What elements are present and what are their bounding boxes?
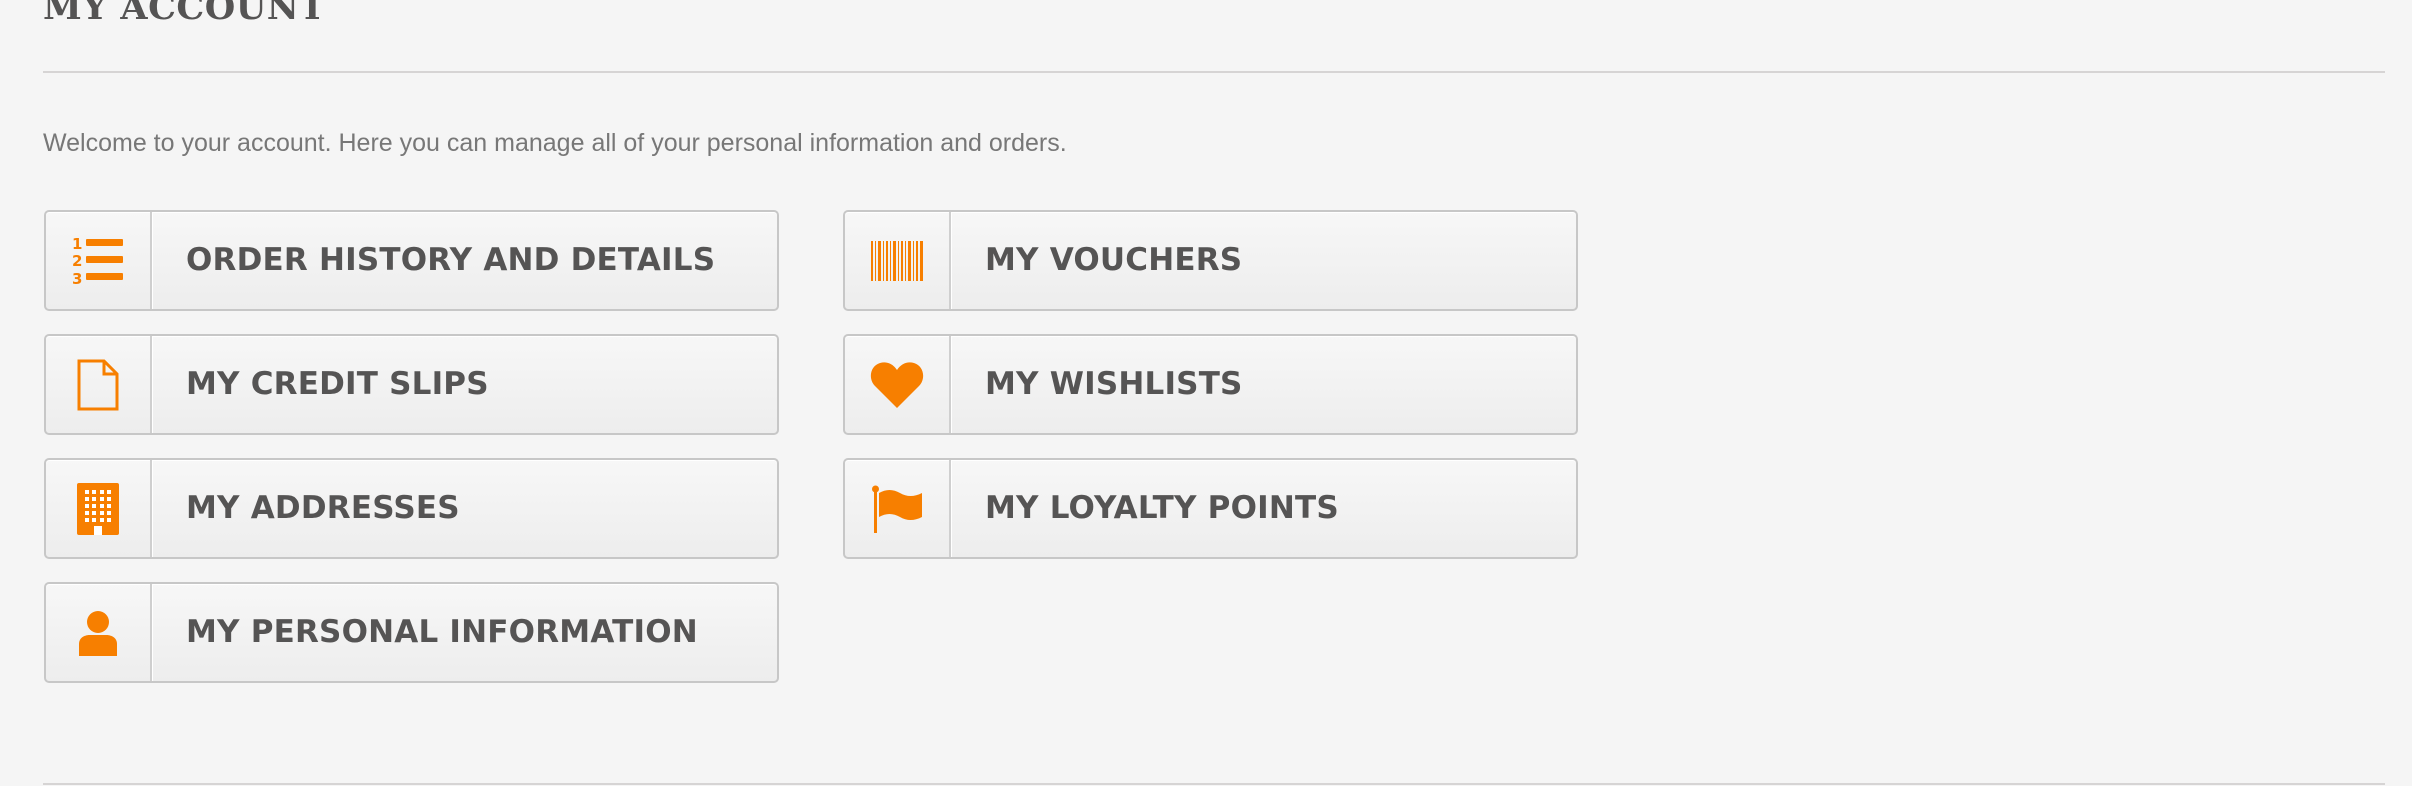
barcode-icon — [845, 212, 951, 309]
order-history-button[interactable]: 1 2 3 ORDER HISTORY AND DETAILS — [44, 210, 779, 311]
document-icon — [46, 336, 152, 433]
addresses-label: MY ADDRESSES — [186, 490, 460, 526]
vouchers-label: MY VOUCHERS — [985, 242, 1243, 278]
page-title: MY ACCOUNT — [43, 0, 326, 28]
title-divider — [43, 71, 2385, 73]
ordered-list-icon: 1 2 3 — [46, 212, 152, 309]
addresses-button[interactable]: MY ADDRESSES — [44, 458, 779, 559]
loyalty-points-button[interactable]: MY LOYALTY POINTS — [843, 458, 1578, 559]
flag-icon — [845, 460, 951, 557]
wishlists-button[interactable]: MY WISHLISTS — [843, 334, 1578, 435]
user-icon — [46, 584, 152, 681]
personal-information-label: MY PERSONAL INFORMATION — [186, 614, 698, 650]
vouchers-button[interactable]: MY VOUCHERS — [843, 210, 1578, 311]
svg-text:2: 2 — [72, 252, 82, 270]
wishlists-label: MY WISHLISTS — [985, 366, 1243, 402]
svg-text:3: 3 — [72, 270, 82, 287]
building-icon — [46, 460, 152, 557]
svg-text:1: 1 — [72, 235, 82, 253]
personal-information-button[interactable]: MY PERSONAL INFORMATION — [44, 582, 779, 683]
loyalty-points-label: MY LOYALTY POINTS — [985, 490, 1339, 526]
credit-slips-label: MY CREDIT SLIPS — [186, 366, 489, 402]
credit-slips-button[interactable]: MY CREDIT SLIPS — [44, 334, 779, 435]
welcome-message: Welcome to your account. Here you can ma… — [43, 129, 1067, 157]
order-history-label: ORDER HISTORY AND DETAILS — [186, 242, 716, 278]
heart-icon — [845, 336, 951, 433]
footer-divider — [43, 783, 2385, 785]
